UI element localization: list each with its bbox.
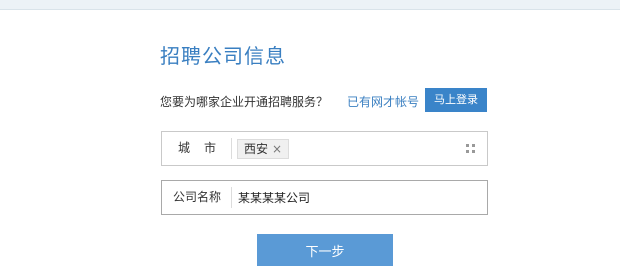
company-name-field[interactable]: 公司名称 — [161, 180, 488, 215]
city-tag-text: 西安 — [244, 142, 269, 156]
service-question: 您要为哪家企业开通招聘服务？ — [160, 95, 329, 109]
top-band — [0, 0, 620, 10]
grid-icon[interactable] — [466, 144, 475, 153]
grid-icon-cell — [466, 150, 469, 153]
has-account-link[interactable]: 已有网才帐号 — [347, 93, 419, 110]
page-title: 招聘公司信息 — [160, 44, 286, 68]
company-name-label: 公司名称 — [172, 190, 221, 204]
login-button[interactable]: 马上登录 — [425, 88, 487, 112]
city-tag: 西安 × — [237, 139, 290, 159]
next-step-button[interactable]: 下一步 — [257, 234, 393, 266]
grid-icon-cell — [472, 144, 475, 147]
company-name-divider — [231, 187, 232, 208]
close-icon[interactable]: × — [272, 142, 282, 156]
company-name-input[interactable] — [238, 187, 478, 208]
grid-icon-cell — [466, 144, 469, 147]
city-field[interactable]: 城市 西安 × — [161, 131, 488, 166]
city-label: 城市 — [177, 141, 230, 155]
city-divider — [231, 138, 232, 159]
grid-icon-cell — [472, 150, 475, 153]
